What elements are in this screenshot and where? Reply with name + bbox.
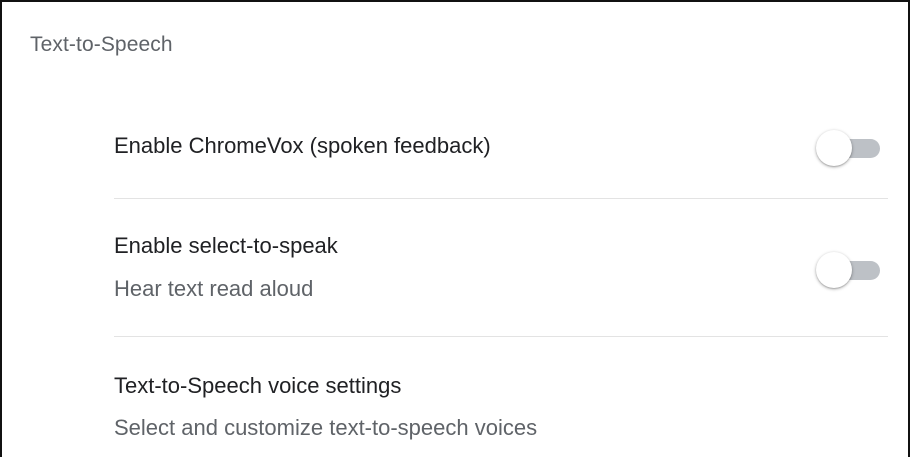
- chromevox-toggle[interactable]: [816, 130, 886, 166]
- toggle-knob: [816, 252, 852, 288]
- setting-row-chromevox[interactable]: Enable ChromeVox (spoken feedback): [114, 114, 888, 198]
- setting-label-select-to-speak: Enable select-to-speak: [114, 233, 338, 258]
- select-to-speak-toggle[interactable]: [816, 252, 886, 288]
- divider: [114, 336, 888, 337]
- divider: [114, 198, 888, 199]
- settings-panel: Text-to-Speech Enable ChromeVox (spoken …: [0, 0, 910, 457]
- setting-sublabel-select-to-speak: Hear text read aloud: [114, 276, 314, 301]
- setting-label-tts-voice-settings: Text-to-Speech voice settings: [114, 373, 402, 398]
- setting-sublabel-tts-voice-settings: Select and customize text-to-speech voic…: [114, 415, 538, 440]
- section-title: Text-to-Speech: [30, 33, 173, 56]
- setting-label-chromevox: Enable ChromeVox (spoken feedback): [114, 133, 491, 158]
- setting-row-select-to-speak[interactable]: Enable select-to-speak Hear text read al…: [114, 200, 888, 336]
- setting-row-tts-voice-settings[interactable]: Text-to-Speech voice settings Select and…: [114, 338, 888, 459]
- toggle-knob: [816, 130, 852, 166]
